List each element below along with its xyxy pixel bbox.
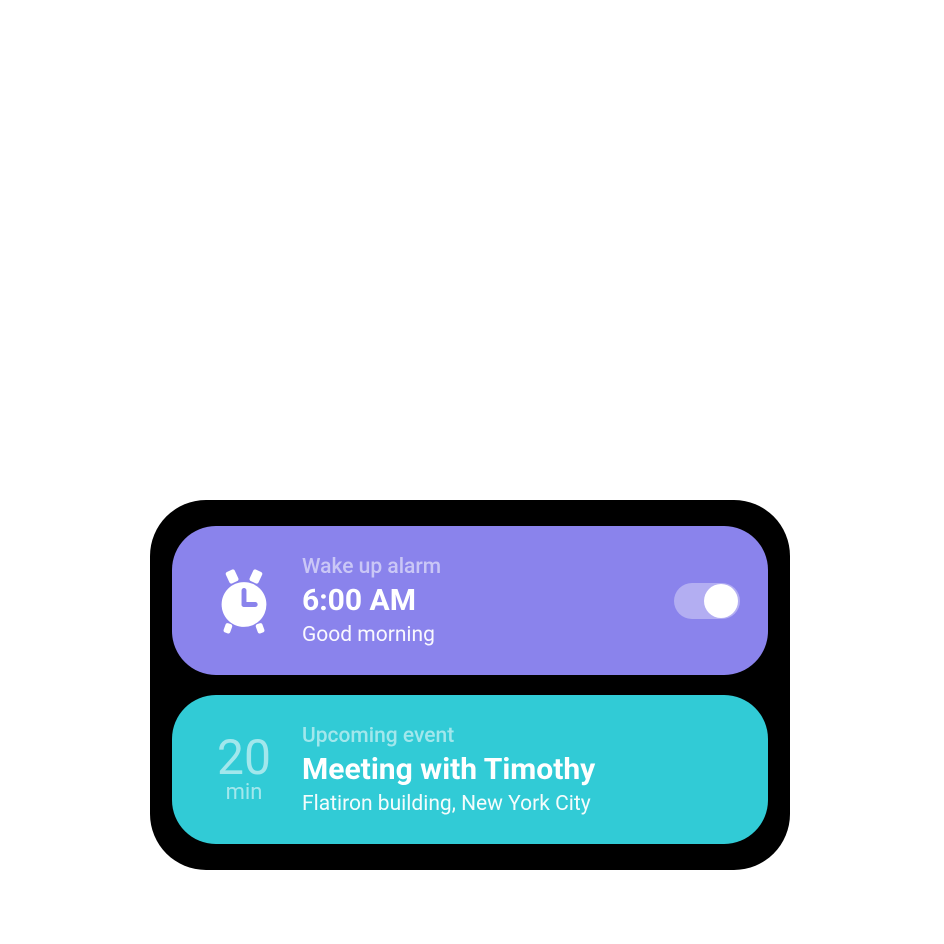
alarm-clock-icon bbox=[209, 566, 279, 636]
event-card[interactable]: 20 min Upcoming event Meeting with Timot… bbox=[172, 695, 768, 844]
alarm-label: Wake up alarm bbox=[302, 555, 441, 579]
widget-frame: Wake up alarm 6:00 AM Good morning 20 mi… bbox=[150, 500, 790, 870]
event-location: Flatiron building, New York City bbox=[302, 792, 595, 816]
alarm-text-block: Wake up alarm 6:00 AM Good morning bbox=[302, 555, 441, 647]
alarm-icon-block bbox=[198, 566, 290, 636]
alarm-card[interactable]: Wake up alarm 6:00 AM Good morning bbox=[172, 526, 768, 675]
countdown-unit: min bbox=[226, 780, 263, 805]
countdown-value: 20 bbox=[217, 734, 271, 782]
event-title: Meeting with Timothy bbox=[302, 752, 595, 788]
alarm-message: Good morning bbox=[302, 623, 441, 647]
alarm-toggle[interactable] bbox=[674, 583, 740, 619]
alarm-time: 6:00 AM bbox=[302, 583, 441, 619]
event-countdown-block: 20 min bbox=[198, 734, 290, 805]
toggle-knob bbox=[704, 584, 738, 618]
event-text-block: Upcoming event Meeting with Timothy Flat… bbox=[302, 724, 595, 816]
event-label: Upcoming event bbox=[302, 724, 595, 748]
